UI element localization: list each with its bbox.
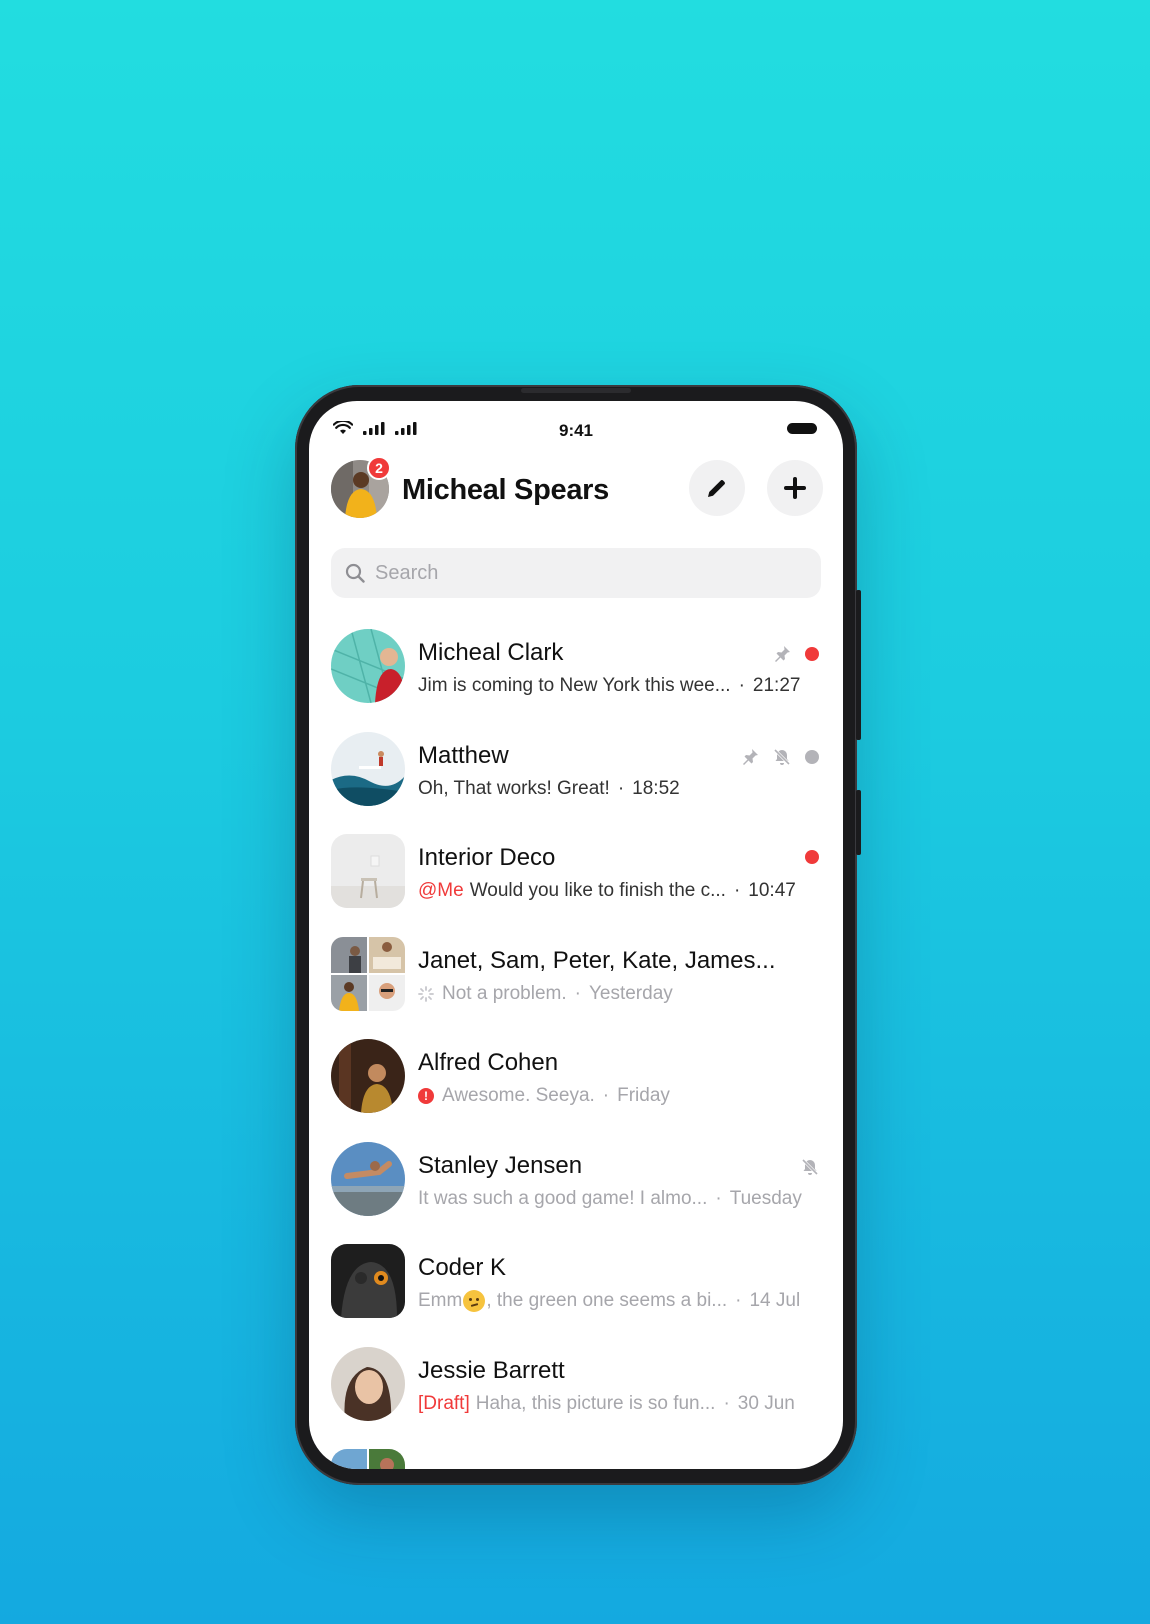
conversation-row[interactable]: Coder K Emm , the green one seems a bi..… <box>309 1238 843 1341</box>
message-preview: Emm , the green one seems a bi... · 14 J… <box>418 1290 821 1312</box>
unread-dot <box>805 647 819 661</box>
conversation-row[interactable]: Jessie Barrett [Draft] Haha, this pictur… <box>309 1341 843 1444</box>
separator: · <box>574 982 581 1004</box>
contact-avatar <box>331 1141 405 1216</box>
notification-badge: 2 <box>367 456 391 480</box>
conversation-row[interactable]: Micheal Clark Jim is coming to New York … <box>309 623 843 726</box>
message-time: 14 Jul <box>749 1290 801 1311</box>
contact-avatar <box>331 629 405 703</box>
contact-name: Janet, Sam, Peter, Kate, James... <box>418 946 776 974</box>
power-button <box>856 790 861 855</box>
speaker-grille <box>521 388 631 393</box>
status-bar: 9:41 <box>309 401 843 449</box>
message-text: Emm <box>418 1290 463 1311</box>
message-text: Jim is coming to New York this wee... <box>418 675 731 696</box>
message-time: Yesterday <box>588 982 673 1004</box>
message-time: 18:52 <box>632 777 680 799</box>
separator: · <box>735 1290 742 1311</box>
unread-dot <box>805 850 819 864</box>
message-text: It was such a good game! I almo... <box>418 1187 708 1209</box>
message-text: Haha, this picture is so fun... <box>475 1392 716 1414</box>
pin-icon <box>775 646 790 662</box>
message-preview: @Me Would you like to finish the c... · … <box>418 880 821 902</box>
conversation-row[interactable]: Janet, Sam, Peter, Kate, James... Not a … <box>309 931 843 1034</box>
error-icon[interactable]: ! <box>418 1088 434 1104</box>
message-time: 10:47 <box>748 880 796 901</box>
message-preview: Not a problem. · Yesterday <box>418 983 821 1005</box>
separator: · <box>723 1392 730 1414</box>
message-text: Oh, That works! Great! <box>418 777 610 799</box>
screen: 9:41 2 Micheal Spears Search Micheal Cla… <box>309 401 843 1469</box>
contact-avatar <box>331 731 405 806</box>
add-button[interactable] <box>767 460 823 516</box>
row-meta <box>801 1158 819 1176</box>
separator: · <box>738 675 745 696</box>
contact-name: Stanley Jensen <box>418 1151 583 1179</box>
volume-button <box>856 590 861 740</box>
search-input[interactable] <box>375 561 795 585</box>
mention-tag: @Me <box>418 880 464 901</box>
message-preview: Oh, That works! Great! · 18:52 <box>418 778 821 800</box>
search-icon <box>345 563 365 583</box>
contact-name: Interior Deco <box>418 844 556 871</box>
user-name: Micheal Spears <box>402 474 609 506</box>
compose-button[interactable] <box>689 460 745 516</box>
mute-icon <box>801 1158 819 1175</box>
thinking-emoji-icon <box>463 1290 486 1312</box>
contact-name: Micheal Clark <box>418 639 564 666</box>
contact-avatar <box>331 1346 405 1421</box>
message-preview: [Draft] Haha, this picture is so fun... … <box>418 1393 821 1415</box>
pencil-icon <box>708 480 725 497</box>
conversation-row[interactable]: Matthew Oh, That works! Great! · 18:52 <box>309 726 843 829</box>
row-meta <box>805 850 819 864</box>
conversation-list: Micheal Clark Jim is coming to New York … <box>309 623 843 1469</box>
separator: · <box>715 1187 722 1209</box>
message-text: Not a problem. <box>442 982 567 1004</box>
message-text-cont: , the green one seems a bi... <box>486 1290 728 1311</box>
phone-frame: 9:41 2 Micheal Spears Search Micheal Cla… <box>295 385 861 1485</box>
separator: · <box>602 1085 610 1106</box>
message-text: Would you like to finish the c... <box>469 880 726 901</box>
message-time: Tuesday <box>729 1187 802 1209</box>
group-avatar <box>331 834 405 908</box>
search-bar[interactable] <box>331 548 821 598</box>
contact-name: Alfred Cohen <box>418 1049 559 1076</box>
message-preview: It was such a good game! I almo... · Tue… <box>418 1188 821 1210</box>
message-text: Awesome. Seeya. <box>442 1085 595 1106</box>
conversation-row[interactable]: Stanley Jensen It was such a good game! … <box>309 1136 843 1239</box>
mute-icon <box>773 748 791 765</box>
contact-avatar <box>331 1039 405 1113</box>
contact-name: Matthew <box>418 741 509 769</box>
message-time: 30 Jun <box>737 1392 795 1414</box>
group-avatar <box>331 1244 405 1318</box>
battery-icon <box>787 423 817 434</box>
sending-icon <box>418 985 434 1002</box>
row-meta <box>741 748 819 766</box>
conversation-row-partial[interactable] <box>309 1443 843 1469</box>
group-avatar <box>331 936 405 1011</box>
conversation-row[interactable]: Interior Deco @Me Would you like to fini… <box>309 828 843 931</box>
read-dot <box>805 749 819 764</box>
status-time: 9:41 <box>558 421 594 440</box>
message-time: 21:27 <box>752 675 801 696</box>
contact-name: Coder K <box>418 1254 507 1281</box>
message-preview: ! Awesome. Seeya. · Friday <box>418 1085 821 1107</box>
pin-icon <box>743 748 758 765</box>
conversation-row[interactable]: Alfred Cohen ! Awesome. Seeya. · Friday <box>309 1033 843 1136</box>
row-meta <box>773 645 819 663</box>
header: 2 Micheal Spears <box>309 456 843 526</box>
contact-name: Jessie Barrett <box>418 1356 565 1384</box>
message-preview: Jim is coming to New York this wee... · … <box>418 675 821 697</box>
separator: · <box>733 880 741 901</box>
separator: · <box>617 777 625 799</box>
message-time: Friday <box>617 1085 670 1106</box>
group-avatar <box>331 1449 405 1469</box>
draft-tag: [Draft] <box>418 1392 470 1414</box>
plus-icon <box>784 477 806 499</box>
